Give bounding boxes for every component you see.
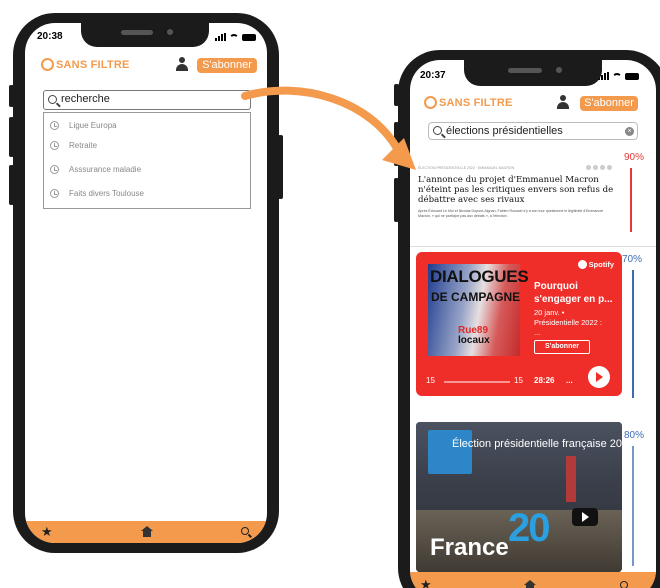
article-headline: L'annonce du projet d'Emmanuel Macron n'… [418,175,614,205]
relevance-score: 90% [624,152,645,163]
suggestion-item[interactable]: Faits divers Toulouse [44,183,144,203]
cover-brand: Rue89 locaux [458,325,490,346]
search-icon [433,126,442,135]
podcast-cover: DIALOGUES DE CAMPAGNE Rue89 locaux [428,264,529,356]
suggestion-label: Retraite [69,140,98,150]
star-icon[interactable]: ★ [41,525,53,538]
progress-bar[interactable] [444,381,510,383]
suggestion-item[interactable]: Ligue Europa [44,115,117,135]
logo-ring-icon [41,58,54,71]
wifi-icon [229,34,239,41]
power-button [278,135,283,199]
suggestion-item[interactable]: Retraite [44,135,97,155]
search-value: recherche [61,93,110,105]
duration: 28:26 [534,376,555,385]
left-screen: 20:38 SANS FILTRE S'abonner recherche Li… [25,23,267,543]
notch [81,21,209,47]
play-button[interactable] [588,366,610,388]
notch [464,58,602,86]
relevance-bar [632,446,634,566]
app-logo[interactable]: SANS FILTRE [424,96,513,109]
share-icons [586,165,612,170]
volume-button [9,165,14,205]
star-icon[interactable]: ★ [420,578,432,588]
search-input[interactable]: recherche [43,90,251,110]
spotify-logo: Spotify [577,260,614,269]
status-icons [598,72,639,80]
suggestion-label: Asssurance maladie [69,164,142,174]
right-phone: 20:37 SANS FILTRE S'abonner élections pr… [394,50,660,588]
video-overlay-word: France [430,534,509,561]
status-time: 20:38 [37,31,63,42]
divider [410,246,656,247]
volume-button [9,85,14,107]
logo-text: SANS FILTRE [56,58,130,71]
clear-search-icon[interactable]: × [625,127,634,136]
relevance-score: 80% [624,430,645,441]
video-card[interactable]: Élection présidentielle française 20 20 … [416,422,622,572]
relevance-bar [630,168,632,232]
suggestions-dropdown: Ligue Europa Retraite Asssurance maladie… [43,112,251,209]
user-icon[interactable] [556,95,570,109]
home-icon[interactable] [524,580,536,588]
video-overlay-number: 20 [508,506,550,550]
more-options[interactable]: ... [566,376,573,385]
history-icon [50,188,59,198]
article-card[interactable]: ÉLECTION PRÉSIDENTIELLE 2022 · EMMANUEL … [414,162,620,242]
play-video-icon[interactable] [572,508,598,526]
forward-button[interactable]: 15 [514,376,523,385]
subscribe-button[interactable]: S'abonner [197,58,257,73]
relevance-score: 70% [622,254,643,265]
volume-button [394,84,399,106]
suggestion-label: Ligue Europa [69,120,117,130]
volume-button [394,122,399,166]
status-time: 20:37 [420,70,446,81]
relevance-bar [632,270,634,398]
history-icon [50,120,59,130]
right-screen: 20:37 SANS FILTRE S'abonner élections pr… [410,60,656,588]
article-lede: Après Édouard Le Moi et Nicolas Dupont-A… [418,209,604,218]
battery-icon [625,73,639,80]
article-meta: ÉLECTION PRÉSIDENTIELLE 2022 · EMMANUEL … [418,166,515,170]
battery-icon [242,34,256,41]
bottom-nav: ★ [25,521,267,543]
history-icon [50,140,59,150]
rewind-button[interactable]: 15 [426,376,435,385]
podcast-title: Pourquoi s'engager en p... [534,281,613,305]
search-icon[interactable] [620,581,628,588]
cover-title: DIALOGUES [430,267,529,286]
volume-button [394,178,399,222]
cover-subtitle: DE CAMPAGNE [431,290,521,304]
wifi-icon [612,73,622,80]
podcast-card[interactable]: DIALOGUES DE CAMPAGNE Rue89 locaux Spotif… [416,252,622,396]
search-value: élections présidentielles [446,125,563,137]
spotify-icon [577,260,587,269]
history-icon [50,164,59,174]
home-icon[interactable] [141,526,153,537]
logo-text: SANS FILTRE [439,96,513,109]
subscribe-button[interactable]: S'abonner [580,96,638,111]
status-icons [215,33,256,41]
video-title: Élection présidentielle française 20 [452,438,622,450]
signal-icon [215,33,226,41]
search-icon [48,95,57,104]
search-icon[interactable] [241,527,249,535]
user-icon[interactable] [175,57,189,71]
suggestion-item[interactable]: Asssurance maladie [44,159,141,179]
suggestion-label: Faits divers Toulouse [69,188,144,198]
search-input[interactable]: élections présidentielles × [428,122,638,140]
bottom-nav: ★ [410,572,656,588]
left-phone: 20:38 SANS FILTRE S'abonner recherche Li… [9,13,283,553]
logo-ring-icon [424,96,437,109]
app-logo[interactable]: SANS FILTRE [41,58,130,71]
volume-button [9,117,14,157]
france24-logo [428,430,472,474]
podcast-meta: 20 janv. • Présidentielle 2022 : ... [534,308,602,337]
podcast-subscribe-button[interactable]: S'abonner [534,340,590,354]
